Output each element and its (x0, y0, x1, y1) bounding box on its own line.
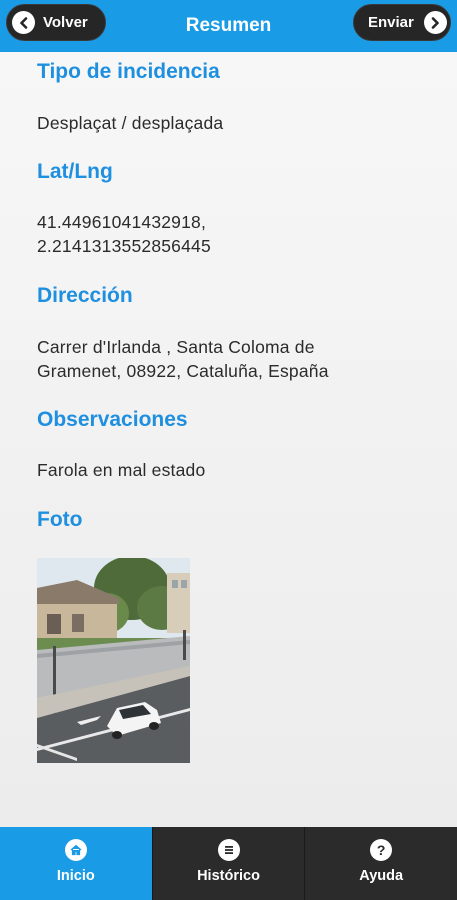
address-value: Carrer d'Irlanda , Santa Coloma de Grame… (37, 335, 427, 383)
app-header: Volver Resumen Enviar (0, 0, 457, 52)
photo-title: Foto (37, 508, 83, 531)
latlng-title: Lat/Lng (37, 160, 113, 183)
send-button-label: Enviar (368, 14, 414, 31)
back-button[interactable]: Volver (6, 4, 106, 41)
tab-inicio[interactable]: Inicio (0, 827, 152, 900)
home-icon (64, 839, 87, 861)
bottom-tab-bar: Inicio Histórico ? Ayuda (0, 827, 457, 900)
summary-content: Tipo de incidencia Desplaçat / desplaçad… (0, 52, 457, 827)
back-button-label: Volver (43, 14, 88, 31)
tab-ayuda-label: Ayuda (359, 868, 404, 884)
chevron-right-icon (423, 11, 447, 34)
observations-title: Observaciones (37, 408, 188, 431)
incident-photo[interactable] (37, 558, 190, 763)
incident-type-title: Tipo de incidencia (37, 60, 220, 83)
observations-value: Farola en mal estado (37, 460, 206, 480)
help-icon: ? (370, 839, 393, 861)
page-title: Resumen (185, 15, 272, 36)
address-title: Dirección (37, 284, 133, 307)
address-line-1: Carrer d'Irlanda , Santa Coloma de (37, 337, 315, 357)
tab-historico[interactable]: Histórico (151, 827, 305, 900)
tab-inicio-label: Inicio (56, 868, 95, 884)
tab-ayuda[interactable]: ? Ayuda (304, 827, 457, 900)
tab-historico-label: Histórico (197, 868, 260, 884)
list-icon (217, 839, 240, 861)
latlng-value: 41.44961041432918, 2.2141313552856445 (37, 210, 427, 258)
longitude-value: 2.2141313552856445 (37, 236, 211, 256)
send-button[interactable]: Enviar (353, 4, 451, 41)
incident-type-value: Desplaçat / desplaçada (37, 113, 224, 133)
latitude-value: 41.44961041432918, (37, 212, 207, 232)
chevron-left-icon (12, 11, 35, 34)
address-line-2: Gramenet, 08922, Cataluña, España (37, 361, 329, 381)
